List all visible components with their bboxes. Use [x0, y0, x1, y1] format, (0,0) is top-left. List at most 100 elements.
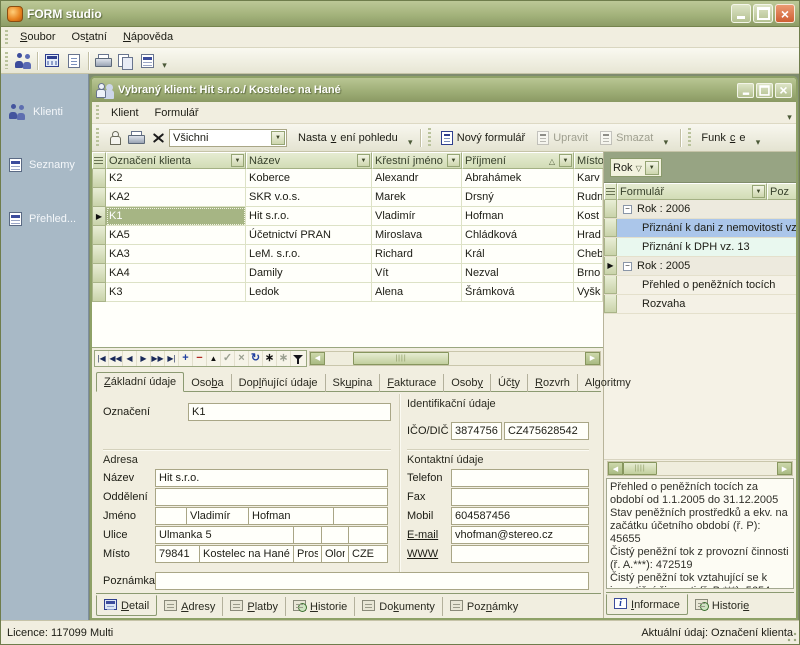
mobil-field[interactable] [451, 507, 589, 525]
okres-field[interactable] [293, 545, 322, 563]
tab-historie[interactable]: Historie [286, 597, 355, 616]
client-minimize-button[interactable] [737, 83, 754, 98]
app-titlebar[interactable]: FORM studio [1, 1, 799, 27]
grid-cell[interactable]: Alexandr [372, 169, 462, 188]
column-header-prijmeni[interactable]: Příjmení [462, 152, 574, 169]
row-indicator[interactable] [92, 245, 106, 264]
column-header-oznaceni[interactable]: Označení klienta [106, 152, 246, 169]
column-filter-icon[interactable] [447, 154, 460, 167]
scroll-left-button[interactable] [310, 352, 325, 365]
ulice-field[interactable] [155, 526, 294, 544]
column-filter-icon[interactable] [752, 185, 765, 198]
client-toolbar-grip2[interactable] [428, 128, 431, 147]
filter-funnel-icon[interactable] [291, 351, 306, 366]
tree-item-row[interactable]: Přiznání k DPH vz. 13 [604, 238, 796, 257]
nav-delete-button[interactable] [193, 351, 207, 366]
forms-horizontal-scrollbar[interactable] [607, 461, 793, 476]
oznaceni-field[interactable] [188, 403, 391, 421]
grid-cell[interactable]: Karv [574, 169, 603, 188]
tree-group-row-current[interactable]: Rok : 2005 [604, 257, 796, 276]
grid-cell[interactable]: Richard [372, 245, 462, 264]
calculator-icon[interactable] [41, 50, 63, 71]
sidebar-item-klienti[interactable]: Klienti [9, 104, 63, 119]
row-indicator[interactable] [92, 188, 106, 207]
report-icon[interactable] [136, 50, 158, 71]
current-row-indicator[interactable] [604, 257, 617, 275]
tab-adresy[interactable]: Adresy [157, 597, 223, 616]
tab-rozvrh[interactable]: Rozvrh [528, 374, 578, 392]
email-field[interactable] [451, 526, 589, 544]
cut-icon[interactable] [147, 127, 169, 148]
scroll-right-button[interactable] [585, 352, 600, 365]
copy-icon[interactable] [114, 50, 136, 71]
tab-dokumenty[interactable]: Dokumenty [355, 597, 443, 616]
grid-row[interactable]: K3 Ledok Alena Šrámková Vyšk [92, 283, 603, 302]
dic-field[interactable] [504, 422, 589, 440]
grid-cell[interactable]: Vyšk [574, 283, 603, 302]
nav-prior-button[interactable] [123, 351, 137, 366]
tree-item-row[interactable]: Přehled o peněžních tocích [604, 276, 796, 295]
titul-za-field[interactable] [333, 507, 388, 525]
grid-cell[interactable]: Král [462, 245, 574, 264]
menu-klient[interactable]: Klient [103, 105, 147, 121]
grid-cell[interactable]: Koberce [246, 169, 372, 188]
scrollbar-thumb[interactable] [353, 352, 449, 365]
tab-detail[interactable]: Detail [96, 595, 157, 616]
kraj-field[interactable] [321, 545, 349, 563]
forms-toolbar-overflow-button[interactable] [659, 128, 672, 148]
grid-cell[interactable]: KA5 [106, 226, 246, 245]
column-filter-icon[interactable] [357, 154, 370, 167]
grid-cell[interactable]: Abrahámek [462, 169, 574, 188]
nav-goto-bookmark-button[interactable] [277, 351, 291, 366]
column-header-misto[interactable]: Místo [574, 152, 603, 169]
grid-corner-button[interactable] [92, 152, 106, 169]
tab-skupina[interactable]: Skupina [326, 374, 381, 392]
titul-field[interactable] [155, 507, 187, 525]
maximize-button[interactable] [753, 4, 773, 23]
row-indicator[interactable] [604, 200, 617, 218]
forms-corner-button[interactable] [604, 183, 617, 200]
sidebar-item-prehled[interactable]: Přehled... [9, 212, 76, 226]
grid-cell[interactable]: KA4 [106, 264, 246, 283]
nav-insert-button[interactable] [179, 351, 193, 366]
grid-cell[interactable]: Hofman [462, 207, 574, 226]
view-filter-combobox[interactable]: Všichni [169, 129, 287, 147]
current-row-indicator[interactable] [92, 207, 106, 226]
grid-cell[interactable]: KA2 [106, 188, 246, 207]
menubar-grip[interactable] [5, 30, 8, 44]
nav-first-button[interactable] [95, 351, 109, 366]
tab-historie-forms[interactable]: Historie [688, 596, 756, 615]
client-menubar-grip[interactable] [96, 105, 99, 120]
nav-post-button[interactable] [221, 351, 235, 366]
grid-cell[interactable]: Drsný [462, 188, 574, 207]
ico-field[interactable] [451, 422, 502, 440]
tab-informace[interactable]: Informace [606, 594, 688, 615]
tab-zakladni-udaje[interactable]: Základní údaje [96, 372, 184, 392]
print-client-icon[interactable] [125, 127, 147, 148]
obec-field[interactable] [199, 545, 294, 563]
grid-cell[interactable]: Vladimír [372, 207, 462, 226]
grid-cell[interactable]: Šrámková [462, 283, 574, 302]
funkce-overflow-button[interactable] [751, 128, 764, 148]
minimize-button[interactable] [731, 4, 751, 23]
nav-edit-button[interactable] [207, 351, 221, 366]
toolbar-grip[interactable] [5, 52, 8, 70]
tab-poznamky[interactable]: Poznámky [443, 597, 525, 616]
delete-button[interactable]: Smazat [594, 128, 659, 148]
client-menubar-overflow-button[interactable] [783, 103, 796, 123]
column-filter-icon[interactable] [559, 154, 572, 167]
tab-platby[interactable]: Platby [223, 597, 286, 616]
grid-cell[interactable]: Chládková [462, 226, 574, 245]
group-filter-icon[interactable] [645, 161, 659, 175]
grid-horizontal-scrollbar[interactable] [309, 351, 601, 366]
client-maximize-button[interactable] [756, 83, 773, 98]
column-header-nazev[interactable]: Název [246, 152, 372, 169]
grid-row[interactable]: KA3 LeM. s.r.o. Richard Král Cheb [92, 245, 603, 264]
new-form-button[interactable]: Nový formulář [435, 128, 531, 148]
nav-cancel-button[interactable] [235, 351, 249, 366]
row-indicator[interactable] [92, 226, 106, 245]
collapse-icon[interactable] [623, 205, 632, 214]
www-link-label[interactable]: WWW [407, 546, 438, 563]
collapse-icon[interactable] [623, 262, 632, 271]
tab-algoritmy[interactable]: Algoritmy [578, 374, 638, 392]
